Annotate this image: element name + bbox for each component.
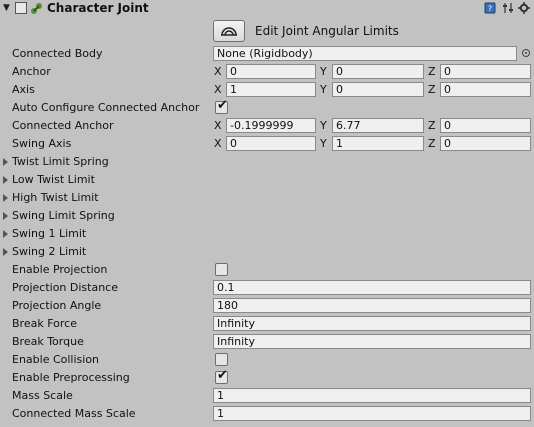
row-anchor: Anchor X 0 Y 0 Z 0	[0, 63, 534, 81]
foldout-label: Low Twist Limit	[12, 173, 95, 186]
break-torque-label: Break Torque	[12, 335, 84, 348]
axis-y-label: Y	[320, 65, 327, 78]
enable-preprocessing-checkbox[interactable]: ✔	[215, 368, 228, 384]
svg-text:?: ?	[488, 5, 492, 14]
row-connected-body: Connected Body None (Rigidbody)	[0, 45, 534, 63]
joint-angular-limits-icon	[221, 27, 237, 36]
break-force-field[interactable]: Infinity	[213, 316, 531, 331]
row-projection-distance: Projection Distance 0.1	[0, 279, 534, 297]
foldout-label: High Twist Limit	[12, 191, 99, 204]
foldout-label: Swing Limit Spring	[12, 209, 115, 222]
axis-x-label: X	[214, 137, 222, 150]
projection-angle-label: Projection Angle	[12, 299, 102, 312]
row-connected-anchor: Connected Anchor X -0.1999999 Y 6.77 Z 0	[0, 117, 534, 135]
enable-collision-label: Enable Collision	[12, 353, 100, 366]
anchor-z-field[interactable]: 0	[440, 64, 531, 79]
row-enable-preprocessing: Enable Preprocessing ✔	[0, 369, 534, 387]
anchor-x-field[interactable]: 0	[226, 64, 316, 79]
row-break-torque: Break Torque Infinity	[0, 333, 534, 351]
connected-body-field[interactable]: None (Rigidbody)	[213, 46, 517, 61]
axis-z-label: Z	[428, 65, 436, 78]
axis-z-label: Z	[428, 83, 436, 96]
axis-z-field[interactable]: 0	[440, 82, 531, 97]
foldout-arrow-icon[interactable]	[3, 212, 8, 220]
foldout-swing2-limit[interactable]: Swing 2 Limit	[0, 243, 534, 261]
enable-projection-checkbox[interactable]	[215, 263, 228, 276]
axis-y-label: Y	[320, 137, 327, 150]
axis-x-label: X	[214, 65, 222, 78]
character-joint-icon	[31, 3, 42, 14]
anchor-label: Anchor	[12, 65, 51, 78]
foldout-label: Twist Limit Spring	[12, 155, 109, 168]
break-force-label: Break Force	[12, 317, 77, 330]
edit-joint-limits-label: Edit Joint Angular Limits	[255, 24, 399, 38]
projection-distance-label: Projection Distance	[12, 281, 118, 294]
axis-x-label: X	[214, 119, 222, 132]
checkmark-icon: ✔	[217, 98, 228, 113]
foldout-arrow-icon[interactable]	[3, 230, 8, 238]
axis-x-label: X	[214, 83, 222, 96]
row-enable-collision: Enable Collision	[0, 351, 534, 369]
enable-projection-label: Enable Projection	[12, 263, 108, 276]
axis-y-label: Y	[320, 119, 327, 132]
row-auto-configure: Auto Configure Connected Anchor ✔	[0, 99, 534, 117]
row-connected-mass-scale: Connected Mass Scale 1	[0, 405, 534, 423]
connected-anchor-z-field[interactable]: 0	[440, 118, 531, 133]
foldout-low-twist-limit[interactable]: Low Twist Limit	[0, 171, 534, 189]
anchor-y-field[interactable]: 0	[332, 64, 424, 79]
auto-configure-label: Auto Configure Connected Anchor	[12, 101, 200, 114]
foldout-arrow-icon[interactable]	[3, 176, 8, 184]
foldout-arrow-icon[interactable]	[3, 158, 8, 166]
mass-scale-field[interactable]: 1	[213, 388, 531, 403]
row-axis: Axis X 1 Y 0 Z 0	[0, 81, 534, 99]
object-picker-icon[interactable]	[522, 49, 530, 57]
foldout-arrow-icon[interactable]	[3, 194, 8, 202]
presets-icon[interactable]	[502, 2, 514, 14]
axis-y-field[interactable]: 0	[332, 82, 424, 97]
foldout-arrow-icon[interactable]	[3, 248, 8, 256]
connected-body-label: Connected Body	[12, 47, 103, 60]
component-enabled-checkbox[interactable]	[15, 2, 27, 14]
auto-configure-checkbox[interactable]: ✔	[215, 98, 228, 114]
axis-z-label: Z	[428, 119, 436, 132]
foldout-label: Swing 2 Limit	[12, 245, 87, 258]
row-swing-axis: Swing Axis X 0 Y 1 Z 0	[0, 135, 534, 153]
foldout-high-twist-limit[interactable]: High Twist Limit	[0, 189, 534, 207]
projection-distance-field[interactable]: 0.1	[213, 280, 531, 295]
row-mass-scale: Mass Scale 1	[0, 387, 534, 405]
connected-anchor-x-field[interactable]: -0.1999999	[226, 118, 316, 133]
break-torque-field[interactable]: Infinity	[213, 334, 531, 349]
foldout-swing-limit-spring[interactable]: Swing Limit Spring	[0, 207, 534, 225]
connected-anchor-label: Connected Anchor	[12, 119, 114, 132]
enable-collision-checkbox[interactable]	[215, 353, 228, 366]
foldout-twist-limit-spring[interactable]: Twist Limit Spring	[0, 153, 534, 171]
row-projection-angle: Projection Angle 180	[0, 297, 534, 315]
connected-anchor-y-field[interactable]: 6.77	[332, 118, 424, 133]
help-book-icon[interactable]: ?	[484, 2, 496, 14]
component-title: Character Joint	[47, 1, 149, 15]
axis-z-label: Z	[428, 137, 436, 150]
swing-axis-y-field[interactable]: 1	[332, 136, 424, 151]
connected-mass-scale-label: Connected Mass Scale	[12, 407, 136, 420]
connected-mass-scale-field[interactable]: 1	[213, 406, 531, 421]
swing-axis-z-field[interactable]: 0	[440, 136, 531, 151]
axis-label: Axis	[12, 83, 35, 96]
enable-preprocessing-label: Enable Preprocessing	[12, 371, 130, 384]
row-break-force: Break Force Infinity	[0, 315, 534, 333]
gear-icon[interactable]	[518, 2, 530, 14]
mass-scale-label: Mass Scale	[12, 389, 73, 402]
foldout-swing1-limit[interactable]: Swing 1 Limit	[0, 225, 534, 243]
projection-angle-field[interactable]: 180	[213, 298, 531, 313]
edit-joint-limits-button[interactable]	[213, 20, 245, 42]
axis-x-field[interactable]: 1	[226, 82, 316, 97]
foldout-down-icon[interactable]: ▼	[3, 3, 13, 13]
swing-axis-x-field[interactable]: 0	[226, 136, 316, 151]
axis-y-label: Y	[320, 83, 327, 96]
row-enable-projection: Enable Projection	[0, 261, 534, 279]
checkmark-icon: ✔	[217, 368, 228, 383]
component-header: ▼ Character Joint ?	[0, 0, 534, 18]
swing-axis-label: Swing Axis	[12, 137, 72, 150]
foldout-label: Swing 1 Limit	[12, 227, 87, 240]
